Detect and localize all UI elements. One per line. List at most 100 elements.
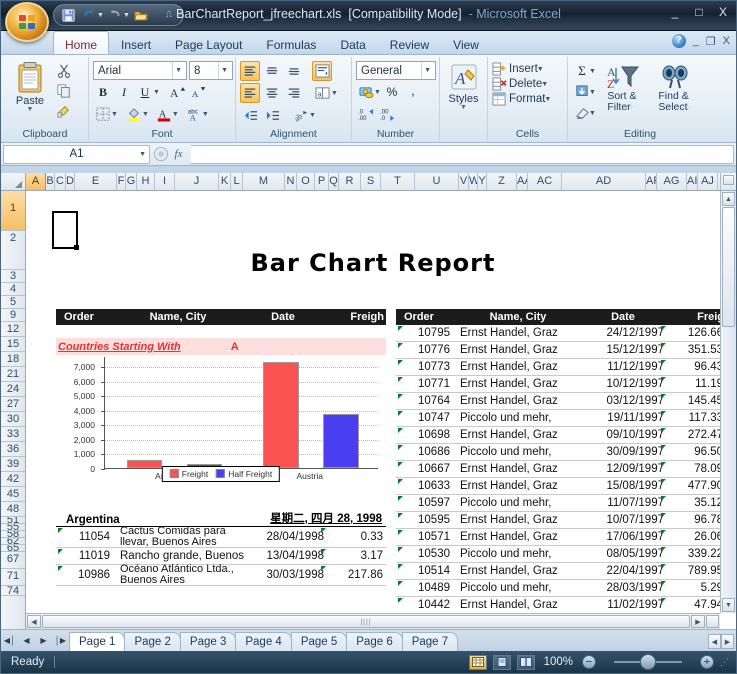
- row-header-39[interactable]: 39: [1, 457, 25, 472]
- column-header-I[interactable]: I: [155, 173, 175, 190]
- sheet-tab-page-2[interactable]: Page 2: [124, 632, 181, 651]
- decrease-decimal-icon[interactable]: .00 .0: [377, 104, 397, 124]
- active-cell-a1[interactable]: [52, 211, 79, 250]
- align-left-icon[interactable]: [240, 83, 260, 103]
- column-header-AD[interactable]: AD: [562, 173, 646, 190]
- column-header-Q[interactable]: Q: [329, 173, 339, 190]
- scroll-up-button[interactable]: [720, 173, 736, 190]
- table-row[interactable]: 10771 Ernst Handel, Graz 10/12/1997 11.19: [396, 376, 720, 393]
- align-bottom-icon[interactable]: [284, 61, 304, 81]
- row-header-5[interactable]: 5: [1, 296, 25, 309]
- font-size-dropdown-icon[interactable]: ▼: [218, 62, 230, 79]
- column-header-U[interactable]: U: [415, 173, 459, 190]
- wrap-text-icon[interactable]: [312, 61, 332, 81]
- column-header-AJ[interactable]: AJ: [698, 173, 718, 190]
- sheet-canvas[interactable]: Bar Chart Report Order Name, City Date F…: [26, 191, 720, 613]
- tab-insert[interactable]: Insert: [109, 31, 163, 54]
- row-header-74[interactable]: 74: [1, 586, 25, 596]
- currency-dropdown-icon[interactable]: ▼: [374, 89, 381, 96]
- paste-button[interactable]: Paste ▼: [6, 59, 54, 113]
- align-center-icon[interactable]: [262, 83, 282, 103]
- table-row[interactable]: 10489 Piccolo und mehr, 28/03/1997 5.29: [396, 580, 720, 597]
- table-row[interactable]: 10530 Piccolo und mehr, 08/05/1997 339.22: [396, 546, 720, 563]
- sheet-tab-page-1[interactable]: Page 1: [69, 632, 126, 651]
- row-header-30[interactable]: 30: [1, 412, 25, 427]
- percent-style-button[interactable]: %: [382, 82, 402, 102]
- row-header-48[interactable]: 48: [1, 502, 25, 517]
- row-header-42[interactable]: 42: [1, 472, 25, 487]
- column-header-F[interactable]: F: [117, 173, 126, 190]
- row-header-45[interactable]: 45: [1, 487, 25, 502]
- customize-qat-icon[interactable]: ⎍: [159, 6, 179, 24]
- column-header-AC[interactable]: AC: [528, 173, 562, 190]
- save-icon[interactable]: [58, 6, 78, 24]
- first-sheet-button[interactable]: ◀│: [1, 630, 18, 650]
- number-format-dropdown-icon[interactable]: ▼: [421, 62, 433, 79]
- align-middle-icon[interactable]: [262, 61, 282, 81]
- styles-button[interactable]: A Styles ▼: [444, 59, 483, 111]
- tab-data[interactable]: Data: [328, 31, 377, 54]
- sort-filter-button[interactable]: A Z Sort & Filter▼: [596, 61, 648, 115]
- table-row[interactable]: 10776 Ernst Handel, Graz 15/12/1997 351.53: [396, 342, 720, 359]
- row-header-18[interactable]: 18: [1, 352, 25, 367]
- font-size-input[interactable]: 8 ▼: [189, 61, 233, 80]
- decrease-indent-icon[interactable]: [240, 105, 260, 125]
- grow-font-icon[interactable]: A: [168, 82, 188, 102]
- row-header-9[interactable]: 9: [1, 309, 25, 322]
- row-header-51[interactable]: 51: [1, 517, 25, 524]
- tab-scroll-right[interactable]: ▶: [721, 634, 734, 649]
- column-header-R[interactable]: R: [339, 173, 361, 190]
- orientation-dropdown-icon[interactable]: ▼: [309, 112, 316, 119]
- table-row[interactable]: 11054 Cactus Comidas para llevar, Buenos A…: [56, 526, 386, 548]
- sheet-tab-page-6[interactable]: Page 6: [346, 632, 403, 651]
- tab-page-layout[interactable]: Page Layout: [163, 31, 254, 54]
- column-header-L[interactable]: L: [231, 173, 243, 190]
- zoom-slider[interactable]: [602, 654, 694, 670]
- table-row[interactable]: 10747 Piccolo und mehr, 19/11/1997 117.33: [396, 410, 720, 427]
- autosum-dropdown-icon[interactable]: ▼: [589, 68, 596, 75]
- row-header-2[interactable]: 2: [1, 231, 25, 270]
- insert-dropdown-icon[interactable]: ▼: [537, 66, 544, 73]
- merge-cells-icon[interactable]: a: [312, 83, 332, 103]
- column-header-H[interactable]: H: [137, 173, 155, 190]
- comma-style-button[interactable]: ,: [403, 82, 423, 102]
- redo-icon[interactable]: [105, 6, 125, 24]
- minimize-button[interactable]: _: [667, 5, 683, 19]
- sheet-tab-page-5[interactable]: Page 5: [290, 632, 348, 651]
- split-handle[interactable]: [706, 615, 719, 628]
- column-header-A[interactable]: A: [26, 173, 46, 190]
- ribbon-close-button[interactable]: X: [723, 35, 730, 47]
- tab-view[interactable]: View: [441, 31, 491, 54]
- maximize-button[interactable]: □: [691, 5, 707, 19]
- column-header-Y[interactable]: Y: [478, 173, 487, 190]
- name-box-dropdown-icon[interactable]: ▼: [139, 151, 146, 158]
- sheet-tab-page-7[interactable]: Page 7: [401, 632, 459, 651]
- currency-icon[interactable]: [356, 82, 376, 102]
- horizontal-scroll-thumb[interactable]: ||||: [42, 615, 690, 628]
- scroll-left-arrow[interactable]: ◀: [27, 615, 41, 628]
- zoom-level[interactable]: 100%: [544, 656, 573, 668]
- column-header-T[interactable]: T: [381, 173, 415, 190]
- office-button[interactable]: [5, 2, 49, 42]
- page-break-view-button[interactable]: [516, 654, 535, 670]
- table-row[interactable]: 10633 Ernst Handel, Graz 15/08/1997 477.90: [396, 478, 720, 495]
- name-box[interactable]: A1 ▼: [3, 144, 150, 164]
- underline-dropdown-icon[interactable]: ▼: [153, 89, 160, 96]
- font-name-input[interactable]: Arial ▼: [93, 61, 187, 80]
- row-header-62[interactable]: 62: [1, 538, 25, 545]
- phonetic-guide-icon[interactable]: abc A: [184, 104, 204, 124]
- delete-dropdown-icon[interactable]: ▼: [541, 81, 548, 88]
- resize-grip[interactable]: ⋰: [720, 657, 729, 668]
- format-painter-icon[interactable]: [54, 101, 74, 121]
- vertical-scroll-thumb[interactable]: [722, 207, 735, 327]
- row-header-1[interactable]: 1: [1, 191, 25, 231]
- column-header-W[interactable]: W: [469, 173, 478, 190]
- column-header-P[interactable]: P: [315, 173, 329, 190]
- column-header-M[interactable]: M: [243, 173, 285, 190]
- horizontal-scrollbar[interactable]: ◀ |||| ▶: [26, 613, 720, 629]
- row-header-58[interactable]: 58: [1, 531, 25, 538]
- ribbon-minimize-button[interactable]: _: [693, 35, 699, 47]
- last-sheet-button[interactable]: │▶: [52, 630, 69, 650]
- column-header-N[interactable]: N: [285, 173, 297, 190]
- column-header-O[interactable]: O: [297, 173, 315, 190]
